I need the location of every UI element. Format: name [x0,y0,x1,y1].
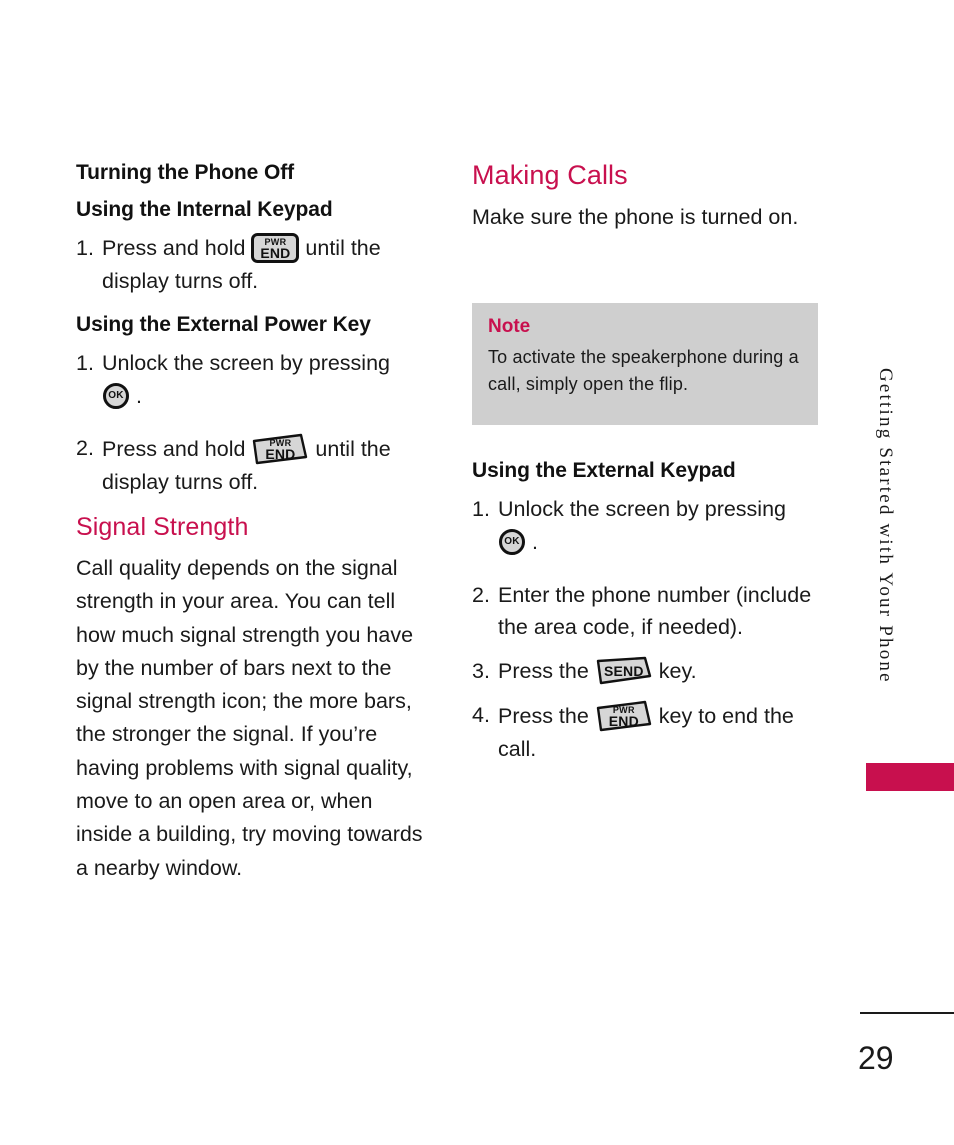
steps-external-power-key: 1. Unlock the screen by pressing OK . 2. P… [76,347,428,499]
send-key-icon: SEND [595,656,653,686]
list-item: 1. Unlock the screen by pressing OK . [76,347,428,412]
steps-external-keypad: 1. Unlock the screen by pressing OK . 2. E… [472,493,824,765]
steps-internal-keypad: 1. Press and hold PWR END until the displ… [76,232,428,297]
manual-page: Turning the Phone Off Using the Internal… [0,0,954,1145]
step-text-before: Unlock the screen by pressing [498,497,787,522]
pwr-end-key-icon: PWR END [251,432,309,466]
subsection-using-external-keypad: Using the External Keypad [472,459,736,482]
subsection-using-internal-keypad: Using the Internal Keypad [76,198,333,222]
note-title: Note [488,316,531,337]
section-title-making-calls: Making Calls [472,160,628,190]
step-text-before: Unlock the screen by pressing [102,350,391,375]
making-calls-intro: Make sure the phone is turned on. [472,205,799,230]
step-number: 3. [472,658,490,683]
step-text-before: Press and hold [102,236,246,261]
note-text: To activate the speakerphone during a ca… [488,346,799,394]
right-column: Making Calls Make sure the phone is turn… [472,160,820,249]
step-text-before: Press and hold [102,437,246,462]
signal-strength-body: Call quality depends on the signal stren… [76,555,423,880]
note-callout: Note To activate the speakerphone during… [472,303,818,425]
section-title-turning-phone-off: Turning the Phone Off [76,161,294,184]
ok-key-icon: OK [102,382,130,410]
footer-divider [860,1012,954,1014]
ok-key-icon: OK [498,528,526,556]
left-column: Turning the Phone Off Using the Internal… [76,160,428,899]
page-number: 29 [858,1040,894,1076]
step-number: 1. [76,236,94,261]
section-title-signal-strength: Signal Strength [76,512,249,541]
side-tab-label: Getting Started with Your Phone [875,368,896,684]
list-item: 2. Enter the phone number (include the ar… [472,579,824,644]
step-number: 2. [472,582,490,607]
step-number: 2. [76,436,94,461]
list-item: 1. Unlock the screen by pressing OK . [472,493,824,558]
step-text-before: Enter the phone number (include the area… [498,582,812,640]
step-text-after: key. [658,658,697,683]
step-text-after: . [531,529,538,554]
right-column-continued: Using the External Keypad 1. Unlock the s… [472,458,824,779]
side-tab-marker [866,763,954,791]
list-item: 3. Press the SEND key. [472,655,824,688]
list-item: 1. Press and hold PWR END until the displ… [76,232,428,297]
step-text-before: Press the [498,703,589,728]
step-text-before: Press the [498,658,589,683]
step-text-after: . [135,383,142,408]
step-number: 1. [472,497,490,522]
pwr-end-key-icon: PWR END [251,233,300,264]
step-number: 1. [76,350,94,375]
step-number: 4. [472,702,490,727]
list-item: 4. Press the PWR END key to end the call. [472,699,824,766]
subsection-using-external-power-key: Using the External Power Key [76,312,371,336]
pwr-end-key-icon: PWR END [595,699,653,733]
list-item: 2. Press and hold PWR END until the displ… [76,432,428,499]
